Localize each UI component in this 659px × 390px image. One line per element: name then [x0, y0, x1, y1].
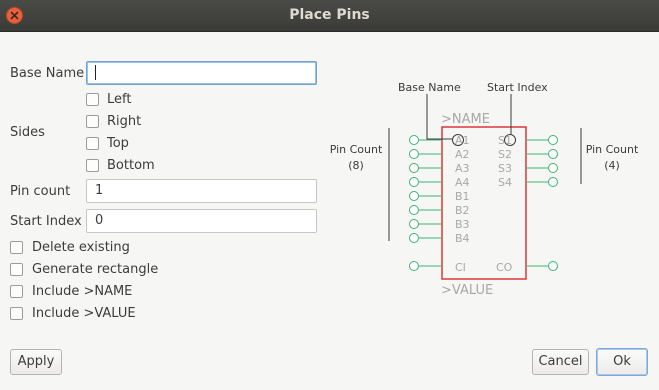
right-pin-4-terminal: [548, 177, 558, 187]
right-pin-1-terminal: [548, 135, 558, 145]
left-pin-label: B2: [455, 204, 470, 217]
left-pin-1-terminal: [409, 135, 419, 145]
cancel-button[interactable]: Cancel: [532, 349, 589, 375]
left-pin-label: A3: [455, 162, 470, 175]
carry-in-pin-terminal: [409, 261, 419, 271]
value-placeholder: >VALUE: [441, 283, 493, 298]
left-pin-6-terminal: [409, 205, 419, 215]
left-pin-5-terminal: [409, 191, 419, 201]
right-pin-count-label: Pin Count: [586, 143, 639, 156]
left-pin-label: B3: [455, 218, 470, 231]
pin-group: A1A2A3A4B1B2B3B4 S1S2S3S4: [409, 134, 558, 271]
place-pins-dialog: Place Pins Base Name Sides Left Right To…: [0, 0, 659, 390]
start-index-note: Start Index: [487, 81, 548, 94]
left-pin-count-value: (8): [348, 159, 364, 172]
right-pin-label: S3: [498, 162, 512, 175]
right-pin-3-terminal: [548, 163, 558, 173]
left-pin-4-terminal: [409, 177, 419, 187]
carry-out-pin-terminal: [548, 261, 558, 271]
carry-in-pin-label: CI: [455, 261, 466, 274]
apply-button[interactable]: Apply: [10, 349, 62, 375]
left-pin-7-terminal: [409, 219, 419, 229]
right-pin-2-terminal: [548, 149, 558, 159]
right-pin-count-value: (4): [604, 159, 620, 172]
left-pin-label: A1: [455, 134, 470, 147]
left-pin-3-terminal: [409, 163, 419, 173]
left-pin-label: B4: [455, 232, 470, 245]
right-pin-label: S1: [498, 134, 512, 147]
base-name-note: Base Name: [398, 81, 461, 94]
left-pin-label: A4: [455, 176, 470, 189]
right-pin-label: S4: [498, 176, 512, 189]
carry-out-pin-label: CO: [496, 261, 513, 274]
left-pin-label: A2: [455, 148, 470, 161]
left-pin-2-terminal: [409, 149, 419, 159]
left-pin-count-label: Pin Count: [330, 143, 383, 156]
left-pin-8-terminal: [409, 233, 419, 243]
left-pin-label: B1: [455, 190, 470, 203]
right-pin-label: S2: [498, 148, 512, 161]
name-placeholder: >NAME: [441, 112, 490, 127]
ok-button[interactable]: Ok: [596, 348, 648, 376]
pin-layout-preview: Base Name Start Index >NAME >VALUE Pin C…: [330, 81, 639, 298]
